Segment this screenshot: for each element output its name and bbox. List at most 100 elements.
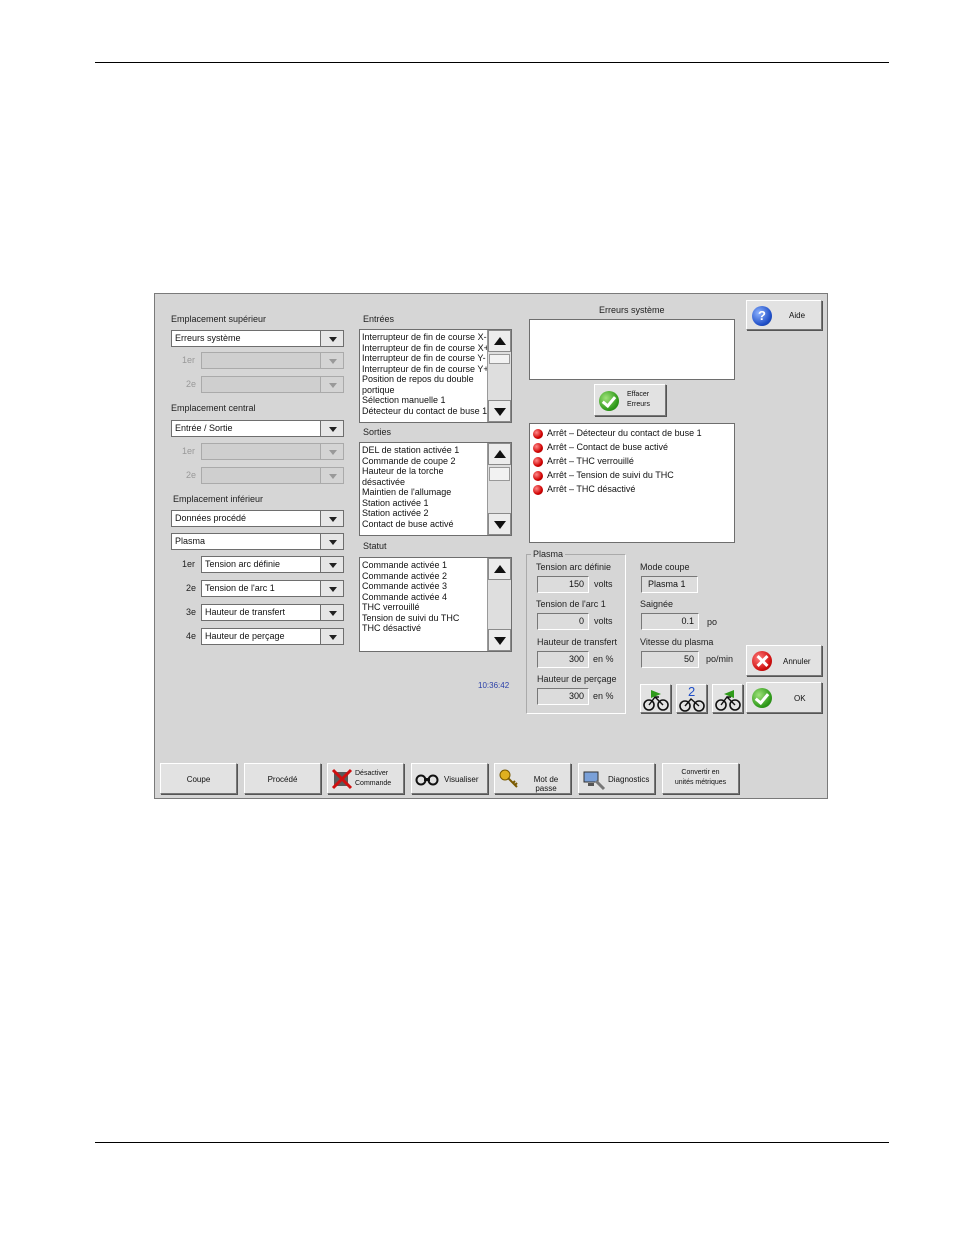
status-label: Statut — [363, 541, 387, 551]
clear-errors-button[interactable]: Effacer Erreurs — [594, 384, 666, 416]
status-scrollbar[interactable] — [487, 558, 511, 651]
status-list[interactable]: Commande activée 1 Commande activée 2 Comm… — [359, 557, 512, 652]
plasma-field-unit: volts — [594, 616, 613, 626]
clock-time: 10:36:42 — [478, 681, 510, 690]
error-list[interactable]: Arrêt – Détecteur du contact de buse 1 Ar… — [529, 423, 735, 543]
speed-number: 2 — [688, 684, 696, 699]
view-button[interactable]: Visualiser — [411, 763, 488, 794]
inputs-label: Entrées — [363, 314, 395, 324]
lower-row-3-dropdown[interactable]: Hauteur de transfert — [201, 604, 344, 621]
error-list-item[interactable]: Arrêt – Détecteur du contact de buse 1 — [533, 426, 734, 440]
lower-row-1-dropdown[interactable]: Tension arc définie — [201, 556, 344, 573]
speed-button-2[interactable]: 2 — [676, 684, 707, 713]
list-item-text: Commande de coupe 2 — [362, 455, 456, 466]
outputs-list[interactable]: DEL de station activée 1 Commande de coup… — [359, 442, 512, 536]
list-item-text: Commande activée 1 — [362, 560, 448, 570]
list-item-text: Arrêt – Tension de suivi du THC — [547, 470, 674, 480]
process-button[interactable]: Procédé — [244, 763, 321, 794]
disable-command-button[interactable]: Désactiver Commande — [327, 763, 404, 794]
list-item-text: Commande activée 3 — [362, 581, 448, 591]
speed-button-1[interactable] — [640, 684, 671, 713]
list-item-text: Arrêt – THC désactivé — [547, 484, 636, 494]
chevron-down-icon — [320, 557, 344, 572]
kerf-unit: po — [707, 617, 718, 627]
chevron-down-icon — [320, 353, 344, 368]
center-sub1-label: 1er — [182, 446, 196, 456]
bike-icon — [715, 690, 741, 711]
center-location-dropdown[interactable]: Entrée / Sortie — [171, 420, 344, 437]
lower-row-label: 3e — [186, 607, 197, 617]
list-item-text: Station activée 1 — [362, 497, 429, 508]
plasma-field-label: Tension de l'arc 1 — [536, 599, 606, 609]
upper-sub1-label: 1er — [182, 355, 196, 365]
cut-button[interactable]: Coupe — [160, 763, 237, 794]
error-dot-icon — [533, 456, 543, 467]
lower-row-4-dropdown[interactable]: Hauteur de perçage — [201, 628, 344, 645]
chevron-down-icon — [320, 629, 344, 644]
list-item-text: Tension de suivi du THC — [362, 612, 460, 623]
disable-icon — [331, 768, 353, 790]
password-button[interactable]: Mot de passe — [494, 763, 571, 794]
help-button[interactable]: ? Aide — [746, 300, 822, 330]
clear-errors-label-2: Erreurs — [627, 401, 650, 408]
error-list-item[interactable]: Arrêt – Contact de buse activé — [533, 440, 734, 454]
process-dropdown[interactable]: Plasma — [171, 533, 344, 550]
center-location-value: Entrée / Sortie — [175, 423, 233, 433]
ok-button[interactable]: OK — [746, 682, 822, 713]
scroll-down-button[interactable] — [488, 513, 511, 535]
inputs-list[interactable]: Interrupteur de fin de course X- Interrup… — [359, 329, 512, 423]
list-item-text: Station activée 2 — [362, 508, 429, 518]
plasma-speed-field: 50 — [641, 651, 699, 668]
convert-label-1: Convertir en — [681, 769, 720, 776]
check-icon — [599, 391, 619, 411]
chevron-down-icon — [320, 605, 344, 620]
plasma-field-label: Tension arc définie — [536, 562, 612, 572]
upper-location-dropdown[interactable]: Erreurs système — [171, 330, 344, 347]
scroll-up-button[interactable] — [488, 330, 511, 352]
list-item-text: Sélection manuelle 1 — [362, 395, 446, 405]
speed-button-3[interactable] — [712, 684, 743, 713]
diagnostics-button[interactable]: Diagnostics — [578, 763, 655, 794]
plasma-field-label: Hauteur de transfert — [537, 637, 618, 647]
list-item-text: Interrupteur de fin de course X+ — [362, 342, 489, 353]
center-location-label: Emplacement central — [171, 403, 256, 413]
cancel-label: Annuler — [783, 657, 811, 666]
chevron-down-icon — [320, 444, 344, 459]
error-list-item[interactable]: Arrêt – THC verrouillé — [533, 454, 734, 468]
key-icon — [499, 769, 518, 788]
lower-location-dropdown[interactable]: Données procédé — [171, 510, 344, 527]
cancel-icon — [752, 651, 772, 671]
error-list-item[interactable]: Arrêt – Tension de suivi du THC — [533, 468, 734, 482]
scroll-up-button[interactable] — [488, 443, 511, 465]
lower-row-2-dropdown[interactable]: Tension de l'arc 1 — [201, 580, 344, 597]
view-label: Visualiser — [444, 775, 479, 784]
convert-metric-button[interactable]: Convertir en unités métriques — [662, 763, 739, 794]
chevron-down-icon — [320, 581, 344, 596]
system-errors-title: Erreurs système — [599, 305, 665, 315]
scroll-thumb[interactable] — [489, 354, 510, 364]
scroll-down-button[interactable] — [488, 400, 511, 422]
arc-voltage-1-field: 0 — [537, 613, 589, 630]
upper-location-value: Erreurs système — [175, 333, 241, 343]
pierce-height-field: 300 — [537, 688, 589, 705]
convert-label-2: unités métriques — [674, 779, 727, 786]
lower-row-label: 2e — [186, 583, 197, 593]
list-item-text: Arrêt – Détecteur du contact de buse 1 — [547, 428, 702, 438]
upper-sub1-dropdown — [201, 352, 344, 369]
kerf-label: Saignée — [640, 599, 674, 609]
transfer-height-field: 300 — [537, 651, 589, 668]
plasma-field-unit: volts — [594, 579, 613, 589]
scroll-down-button[interactable] — [488, 629, 511, 651]
plasma-field-label: Hauteur de perçage — [537, 674, 617, 684]
outputs-scrollbar[interactable] — [487, 443, 511, 535]
scroll-thumb[interactable] — [489, 467, 510, 481]
cut-mode-label: Mode coupe — [640, 562, 690, 572]
upper-location-label: Emplacement supérieur — [171, 314, 267, 324]
scroll-up-button[interactable] — [488, 558, 511, 580]
check-icon — [752, 688, 772, 708]
center-sub2-dropdown — [201, 467, 344, 484]
inputs-scrollbar[interactable] — [487, 330, 511, 422]
cancel-button[interactable]: Annuler — [746, 645, 822, 676]
diagnostics-icon — [583, 771, 606, 791]
error-list-item[interactable]: Arrêt – THC désactivé — [533, 482, 734, 496]
